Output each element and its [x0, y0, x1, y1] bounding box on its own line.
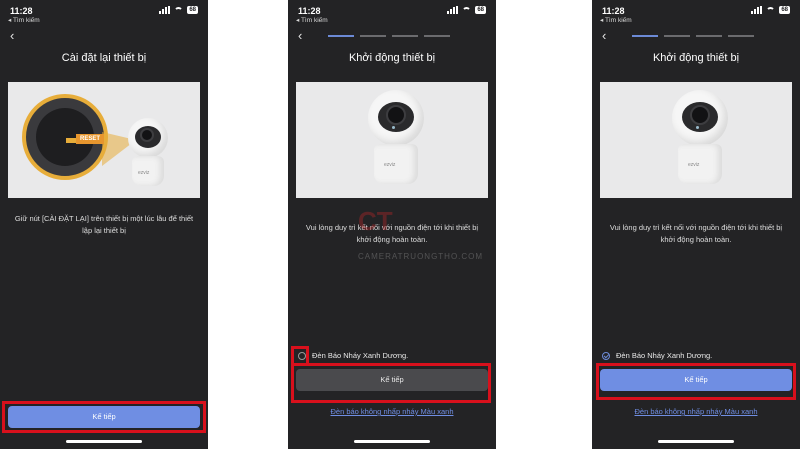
signal-icon [159, 6, 171, 14]
page-title: Khởi động thiết bị [348, 52, 436, 64]
signal-icon [751, 6, 763, 14]
not-blinking-link[interactable]: Đèn báo không nhấp nháy Màu xanh [592, 407, 800, 416]
home-indicator [66, 440, 142, 443]
back-chevron-icon[interactable]: ‹ [298, 28, 302, 43]
status-icons: 68 [751, 6, 790, 14]
phone-screen-startup-checked: 11:28 68 ◂ Tìm kiếm ‹ Khởi động thiết bị… [592, 0, 800, 449]
camera-image: ezviz [128, 118, 174, 194]
camera-logo: ezviz [688, 162, 700, 168]
camera-logo: ezviz [138, 170, 150, 176]
camera-image-box: ezviz [600, 82, 792, 198]
status-time: 11:28 [602, 6, 625, 16]
step-indicator [728, 35, 754, 37]
step-indicator [360, 35, 386, 37]
next-button[interactable]: Kế tiếp [600, 369, 792, 391]
reset-illustration: RESET ezviz [8, 82, 200, 198]
page-title: Khởi động thiết bị [652, 52, 740, 64]
phone-screen-reset: 11:28 68 ◂ Tìm kiếm ‹ Cài đặt lại thiết … [0, 0, 208, 449]
next-button[interactable]: Kế tiếp [8, 406, 200, 428]
status-icons: 68 [159, 6, 198, 14]
next-button[interactable]: Kế tiếp [296, 369, 488, 391]
step-indicator [664, 35, 690, 37]
reset-tag: RESET [76, 134, 105, 144]
status-time: 11:28 [10, 6, 33, 16]
home-indicator [658, 440, 734, 443]
status-icons: 68 [447, 6, 486, 14]
battery-icon: 68 [779, 6, 790, 14]
page-title: Cài đặt lại thiết bị [61, 52, 147, 64]
step-indicator [392, 35, 418, 37]
not-blinking-link[interactable]: Đèn báo không nhấp nháy Màu xanh [288, 407, 496, 416]
battery-icon: 68 [475, 6, 486, 14]
step-indicator [696, 35, 722, 37]
signal-icon [447, 6, 459, 14]
watermark: CT CAMERATRUONGTHO.COM [358, 206, 482, 264]
instruction-text: Vui lòng duy trì kết nối với nguồn điện … [609, 223, 783, 244]
wifi-icon [174, 6, 184, 14]
camera-image-box: ezviz [296, 82, 488, 198]
watermark-text: CAMERATRUONGTHO.COM [358, 252, 484, 261]
blue-light-confirm-row[interactable]: Đèn Báo Nháy Xanh Dương. [602, 351, 712, 360]
step-progress [328, 35, 450, 37]
step-indicator [424, 35, 450, 37]
wifi-icon [766, 6, 776, 14]
confirm-check-icon[interactable] [602, 351, 610, 360]
step-progress [632, 35, 754, 37]
back-chevron-icon[interactable]: ‹ [602, 28, 606, 43]
status-time: 11:28 [298, 6, 321, 16]
back-chevron-icon[interactable]: ‹ [10, 28, 14, 43]
confirm-radio[interactable] [298, 351, 306, 360]
back-to-app-link[interactable]: ◂ Tìm kiếm [296, 16, 328, 24]
confirm-label: Đèn Báo Nháy Xanh Dương. [312, 351, 409, 360]
blue-light-confirm-row[interactable]: Đèn Báo Nháy Xanh Dương. [298, 351, 408, 360]
confirm-label: Đèn Báo Nháy Xanh Dương. [616, 351, 713, 360]
step-indicator [328, 35, 354, 37]
camera-image: ezviz [672, 90, 728, 190]
watermark-mark: CT [358, 206, 393, 236]
back-to-app-link[interactable]: ◂ Tìm kiếm [8, 16, 40, 24]
wifi-icon [462, 6, 472, 14]
camera-image: ezviz [368, 90, 424, 190]
instruction-text: Giữ nút [CÀI ĐẶT LẠI] trên thiết bị một … [14, 214, 194, 235]
home-indicator [354, 440, 430, 443]
battery-icon: 68 [187, 6, 198, 14]
back-to-app-link[interactable]: ◂ Tìm kiếm [600, 16, 632, 24]
camera-logo: ezviz [384, 162, 396, 168]
step-indicator [632, 35, 658, 37]
